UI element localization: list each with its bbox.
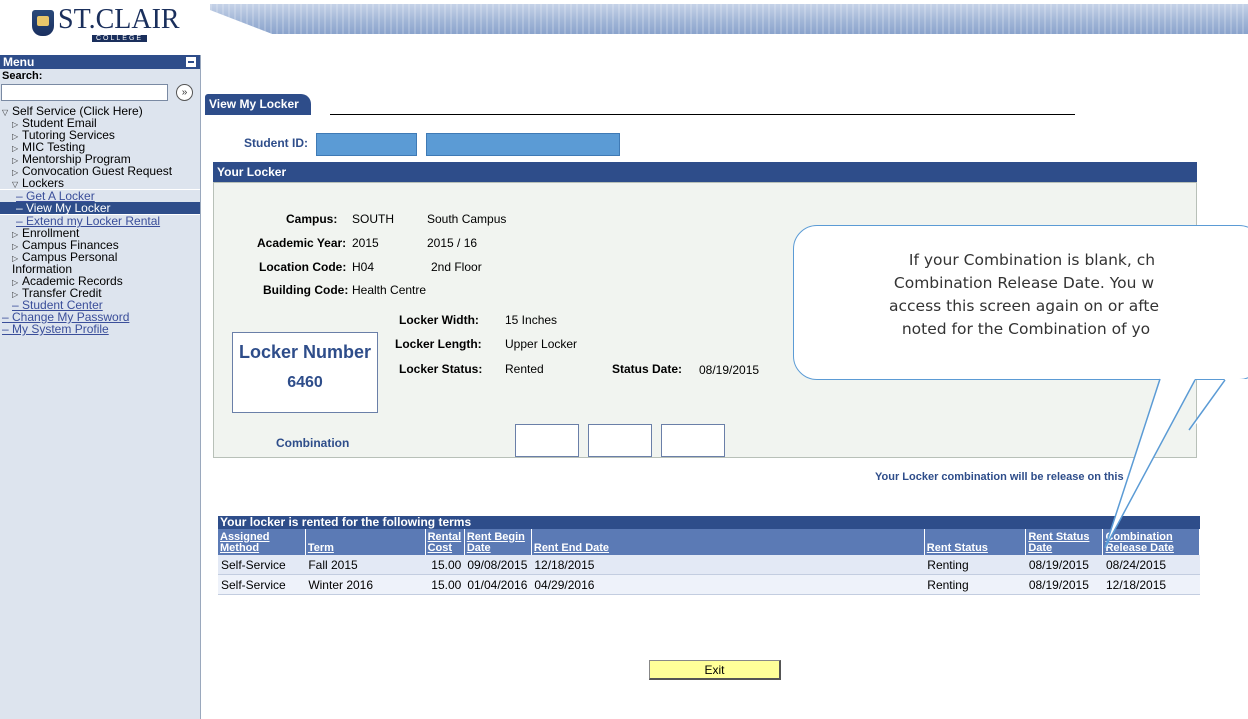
table-cell: 04/29/2016 — [531, 574, 925, 595]
combination-label: Combination — [276, 436, 350, 450]
academic-year-label: Academic Year: — [257, 236, 347, 250]
table-cell: 15.00 — [425, 574, 465, 595]
combination-box-2 — [588, 424, 652, 457]
search-label: Search: — [2, 70, 43, 82]
search-input[interactable] — [1, 84, 168, 101]
nav-lockers[interactable]: ▽ Lockers — [0, 177, 200, 189]
table-cell: Self-Service — [218, 574, 306, 595]
terms-table: Assigned Method Term Rental Cost Rent Be… — [218, 529, 1200, 595]
nav-list: ▽ Self Service (Click Here) ▷ Student Emai… — [0, 105, 200, 335]
callout-line: If your Combination is blank, ch — [908, 251, 1156, 269]
student-name-field — [426, 133, 620, 156]
column-header[interactable]: Combination Release Date — [1102, 529, 1200, 555]
menu-title: Menu — [3, 55, 35, 69]
combination-box-3 — [661, 424, 725, 457]
callout-text: If your Combination is blank, ch Combina… — [794, 249, 1214, 341]
locker-status-label: Locker Status: — [399, 362, 483, 376]
building-name: Health Centre — [352, 283, 427, 297]
table-cell: 08/19/2015 — [1025, 574, 1103, 595]
table-cell: 08/19/2015 — [1025, 555, 1103, 575]
table-cell: Winter 2016 — [305, 574, 426, 595]
location-name: 2nd Floor — [431, 260, 482, 274]
release-note: Your Locker combination will be release … — [875, 471, 1124, 483]
locker-length-value: Upper Locker — [505, 337, 578, 351]
menu-header: Menu — [0, 55, 200, 69]
table-cell: 08/24/2015 — [1102, 555, 1200, 575]
crest-icon — [32, 10, 54, 36]
search-row: » — [0, 83, 200, 105]
location-code: H04 — [352, 260, 375, 274]
logo-text: ST.CLAIR — [58, 4, 180, 35]
callout-line: noted for the Combination of yo — [901, 320, 1151, 338]
table-cell: 12/18/2015 — [1102, 574, 1200, 595]
table-row: Self-Service Fall 2015 15.00 09/08/2015 … — [218, 555, 1200, 575]
location-code-label: Location Code: — [259, 260, 347, 274]
table-header-row: Assigned Method Term Rental Cost Rent Be… — [218, 529, 1200, 555]
callout-line: Combination Release Date. You w — [893, 274, 1155, 292]
exit-button[interactable]: Exit — [649, 660, 781, 680]
locker-width-value: 15 Inches — [505, 313, 558, 327]
column-header[interactable]: Assigned Method — [218, 529, 306, 555]
student-id-label: Student ID: — [244, 136, 308, 150]
collapse-icon[interactable] — [186, 57, 196, 67]
nav-view-my-locker[interactable]: – View My Locker — [0, 202, 200, 214]
sidebar-menu: Menu Search: » ▽ Self Service (Click Here… — [0, 55, 201, 719]
table-cell: Renting — [924, 555, 1026, 575]
table-cell: Renting — [924, 574, 1026, 595]
locker-status-value: Rented — [505, 362, 544, 376]
column-header[interactable]: Rent End Date — [531, 529, 925, 555]
locker-number: 6460 — [287, 374, 323, 391]
table-cell: 09/08/2015 — [464, 555, 532, 575]
triangle-down-icon: ▽ — [2, 108, 9, 117]
column-header[interactable]: Rent Status — [924, 529, 1027, 555]
locker-width-label: Locker Width: — [399, 313, 479, 327]
table-cell: 15.00 — [425, 555, 465, 575]
table-row: Self-Service Winter 2016 15.00 01/04/201… — [218, 574, 1200, 595]
student-id-field — [316, 133, 417, 156]
table-cell: 12/18/2015 — [531, 555, 925, 575]
nav-system-profile[interactable]: – My System Profile — [0, 323, 200, 335]
header-banner — [210, 4, 1248, 34]
college-logo: ST.CLAIR COLLEGE — [0, 0, 205, 55]
logo-subtitle: COLLEGE — [92, 35, 148, 42]
combination-box-1 — [515, 424, 579, 457]
campus-code: SOUTH — [352, 212, 394, 226]
tab-divider — [330, 114, 1075, 115]
building-code-label: Building Code: — [263, 283, 349, 297]
callout-annotation: If your Combination is blank, ch Combina… — [793, 225, 1248, 380]
locker-number-box: Locker Number 6460 — [232, 332, 378, 413]
table-cell: Self-Service — [218, 555, 306, 575]
locker-number-title: Locker Number — [238, 342, 372, 362]
your-locker-header: Your Locker — [213, 162, 1197, 182]
callout-line: access this screen again on or afte — [888, 297, 1160, 315]
table-cell: Fall 2015 — [305, 555, 426, 575]
status-date-value: 08/19/2015 — [699, 363, 760, 377]
locker-length-label: Locker Length: — [395, 337, 482, 351]
terms-table-title: Your locker is rented for the following … — [218, 516, 1200, 529]
column-header[interactable]: Term — [305, 529, 426, 555]
tab-view-my-locker[interactable]: View My Locker — [205, 94, 311, 115]
table-cell: 01/04/2016 — [464, 574, 532, 595]
search-go-icon[interactable]: » — [176, 84, 193, 101]
column-header[interactable]: Rent Begin Date — [464, 529, 532, 555]
status-date-label: Status Date: — [612, 362, 683, 376]
column-header[interactable]: Rent Status Date — [1025, 529, 1104, 555]
campus-label: Campus: — [286, 212, 338, 226]
column-header[interactable]: Rental Cost — [425, 529, 465, 555]
campus-name: South Campus — [427, 212, 507, 226]
academic-year-name: 2015 / 16 — [427, 236, 478, 250]
academic-year-code: 2015 — [352, 236, 379, 250]
